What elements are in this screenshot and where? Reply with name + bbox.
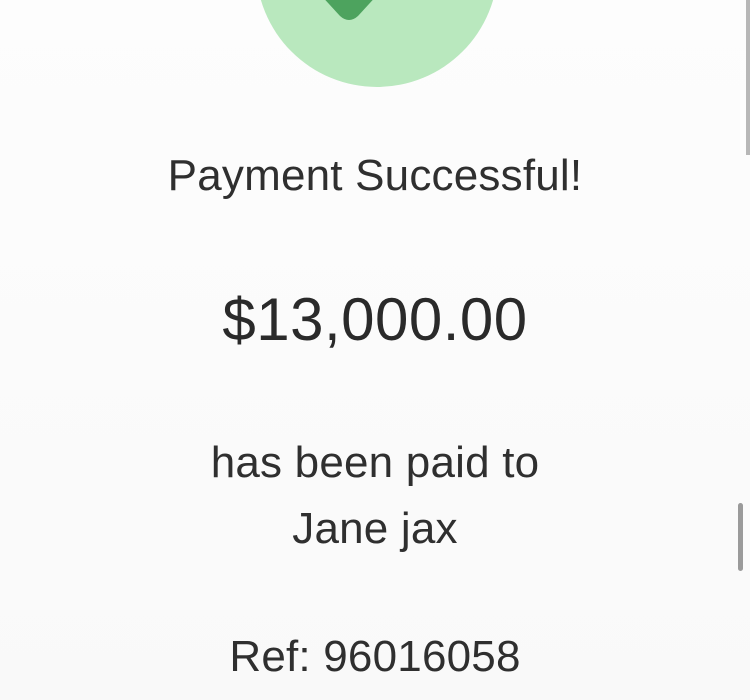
- paid-to-label: has been paid to: [210, 438, 540, 487]
- payment-reference: Ref: 96016058: [229, 632, 521, 681]
- payment-success-screen: Payment Successful! $13,000.00 has been …: [0, 0, 750, 700]
- scrollbar[interactable]: [738, 503, 743, 571]
- payment-amount: $13,000.00: [222, 286, 528, 353]
- check-icon: [325, 0, 373, 20]
- screen-edge: [746, 0, 750, 155]
- payment-status-title: Payment Successful!: [167, 151, 583, 200]
- payee-name: Jane jax: [292, 504, 458, 553]
